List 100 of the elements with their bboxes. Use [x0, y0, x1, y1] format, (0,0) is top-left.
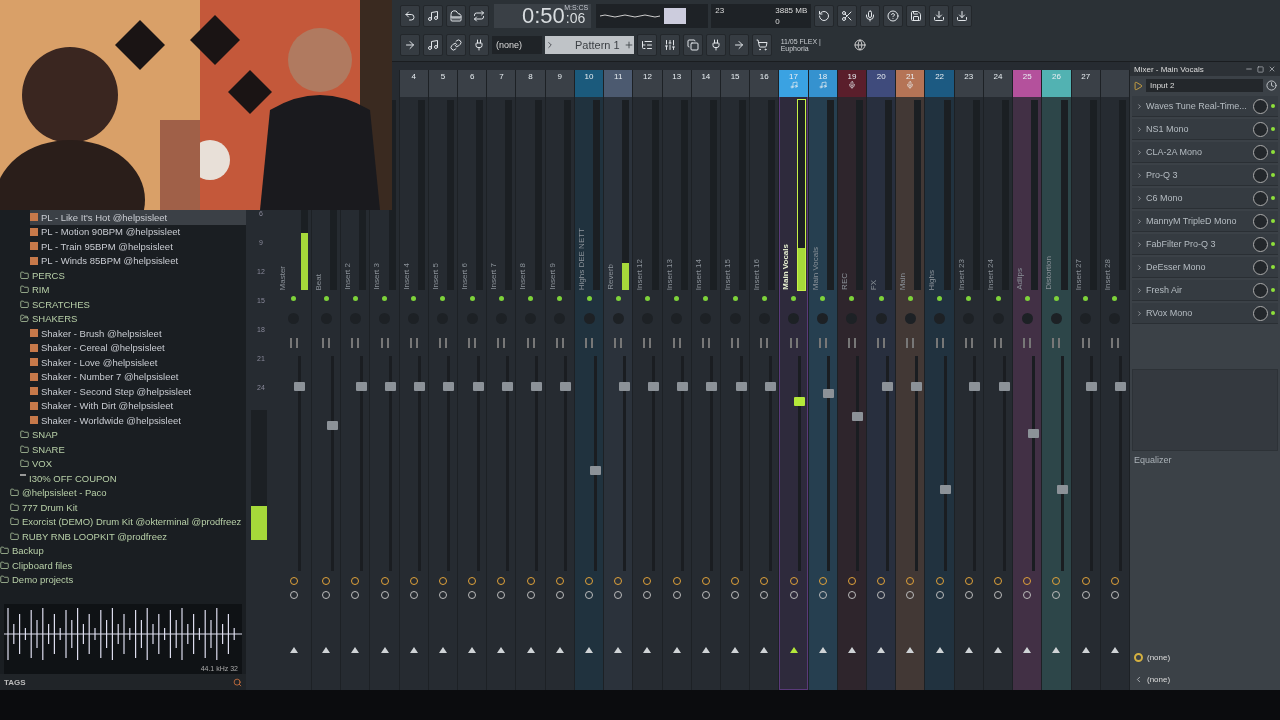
- fader-handle[interactable]: [823, 388, 835, 398]
- send-arrow[interactable]: [731, 647, 740, 653]
- send-arrow[interactable]: [818, 647, 827, 653]
- mute-led[interactable]: [732, 296, 738, 301]
- browser-item[interactable]: RIM: [20, 282, 246, 297]
- rotate-icon[interactable]: [814, 5, 835, 27]
- mute-led[interactable]: [1112, 296, 1118, 301]
- browser-item[interactable]: Demo projects: [0, 572, 246, 587]
- send-arrow[interactable]: [1081, 647, 1090, 653]
- send-arrow[interactable]: [964, 647, 973, 653]
- caret-icon[interactable]: [545, 40, 555, 50]
- channel-header[interactable]: 14: [691, 70, 720, 97]
- send-arrow[interactable]: [322, 647, 331, 653]
- fader-handle[interactable]: [998, 382, 1010, 392]
- send-arrow[interactable]: [1052, 647, 1061, 653]
- effect-slot[interactable]: CLA-2A Mono: [1132, 142, 1278, 163]
- mix-knob[interactable]: [1253, 213, 1268, 229]
- browser-item[interactable]: PL - Like It's Hot @helpsisleet: [30, 210, 246, 225]
- mute-led[interactable]: [440, 296, 446, 301]
- send-arrow[interactable]: [497, 647, 506, 653]
- stereo-icon[interactable]: [438, 338, 447, 348]
- send-arrow[interactable]: [877, 647, 886, 653]
- channel-header[interactable]: 12: [633, 70, 662, 97]
- mix-knob[interactable]: [1253, 190, 1268, 206]
- loop-icon[interactable]: [469, 5, 489, 27]
- effect-slot[interactable]: MannyM TripleD Mono: [1132, 211, 1278, 232]
- browser-item[interactable]: Shaker - Second Step @helpsisleet: [30, 384, 246, 399]
- fader-handle[interactable]: [647, 382, 659, 392]
- browser-item[interactable]: Shaker - With Dirt @helpsisleet: [30, 398, 246, 413]
- browser-item[interactable]: PL - Train 95BPM @helpsisleet: [30, 239, 246, 254]
- browser-item[interactable]: Shaker - Brush @helpsisleet: [30, 326, 246, 341]
- channel-header[interactable]: 16: [750, 70, 779, 97]
- mute-led[interactable]: [498, 296, 504, 301]
- browser-item[interactable]: 777 Drum Kit: [10, 500, 246, 515]
- channel-header[interactable]: 8: [516, 70, 545, 97]
- mute-led[interactable]: [615, 296, 621, 301]
- send-arrow[interactable]: [380, 647, 389, 653]
- stereo-icon[interactable]: [877, 338, 886, 348]
- mixer-icon[interactable]: [659, 34, 680, 56]
- stereo-icon[interactable]: [409, 338, 418, 348]
- mute-led[interactable]: [323, 296, 329, 301]
- slot-led[interactable]: [1271, 127, 1275, 131]
- fader-handle[interactable]: [1056, 485, 1068, 495]
- fader-handle[interactable]: [385, 382, 397, 392]
- effect-slot[interactable]: DeEsser Mono: [1132, 257, 1278, 278]
- send-arrow[interactable]: [643, 647, 652, 653]
- link-icon[interactable]: [446, 34, 466, 56]
- fader-handle[interactable]: [501, 382, 513, 392]
- mute-led[interactable]: [791, 296, 797, 301]
- slot-led[interactable]: [1271, 196, 1275, 200]
- effect-slot[interactable]: NS1 Mono: [1132, 119, 1278, 140]
- output-label[interactable]: (none): [1147, 674, 1171, 684]
- stereo-icon[interactable]: [672, 338, 681, 348]
- note-icon[interactable]: [423, 5, 443, 27]
- undo-icon[interactable]: [400, 5, 420, 27]
- fader-handle[interactable]: [1086, 382, 1098, 392]
- stereo-icon[interactable]: [1081, 338, 1090, 348]
- mute-led[interactable]: [1053, 296, 1059, 301]
- mute-led[interactable]: [878, 296, 884, 301]
- browser-item[interactable]: I30% OFF COUPON: [20, 471, 246, 486]
- send-arrow[interactable]: [526, 647, 535, 653]
- fader-handle[interactable]: [531, 382, 543, 392]
- effect-slot[interactable]: FabFilter Pro-Q 3: [1132, 234, 1278, 255]
- send-arrow[interactable]: [555, 647, 564, 653]
- fader-handle[interactable]: [794, 397, 806, 407]
- browser-item[interactable]: Backup: [0, 543, 246, 558]
- clock-icon[interactable]: [1266, 80, 1277, 91]
- send-arrow[interactable]: [906, 647, 915, 653]
- fader-handle[interactable]: [910, 382, 922, 392]
- channel-header[interactable]: 6: [458, 70, 487, 97]
- channel-header[interactable]: 13: [662, 70, 691, 97]
- mute-led[interactable]: [382, 296, 388, 301]
- channel-header[interactable]: 9: [545, 70, 574, 97]
- mute-led[interactable]: [849, 296, 855, 301]
- stereo-icon[interactable]: [380, 338, 389, 348]
- channel-header[interactable]: 7: [487, 70, 516, 97]
- input-field[interactable]: Input 2: [1146, 79, 1263, 92]
- fader-handle[interactable]: [764, 382, 776, 392]
- send-arrow[interactable]: [994, 647, 1003, 653]
- send-arrow[interactable]: [585, 647, 594, 653]
- browser-item[interactable]: PERCS: [20, 268, 246, 283]
- stereo-icon[interactable]: [289, 338, 298, 348]
- plug-icon[interactable]: [469, 34, 489, 56]
- browser-item[interactable]: Shaker - Worldwide @helpsisleet: [30, 413, 246, 428]
- mix-knob[interactable]: [1253, 305, 1268, 321]
- browser-item[interactable]: @helpsisleet - Paco: [10, 485, 246, 500]
- slot-led[interactable]: [1271, 265, 1275, 269]
- note-icon[interactable]: [423, 34, 443, 56]
- channel-header[interactable]: 23: [954, 70, 983, 97]
- stereo-icon[interactable]: [1023, 338, 1032, 348]
- stereo-icon[interactable]: [497, 338, 506, 348]
- fader-handle[interactable]: [1027, 429, 1039, 439]
- mix-knob[interactable]: [1253, 144, 1268, 160]
- stereo-icon[interactable]: [701, 338, 710, 348]
- channel-header[interactable]: 20: [867, 70, 896, 97]
- mix-knob[interactable]: [1253, 121, 1268, 137]
- fader-handle[interactable]: [969, 382, 981, 392]
- send-arrow[interactable]: [789, 647, 798, 653]
- search-icon[interactable]: [233, 677, 242, 687]
- fader-handle[interactable]: [735, 382, 747, 392]
